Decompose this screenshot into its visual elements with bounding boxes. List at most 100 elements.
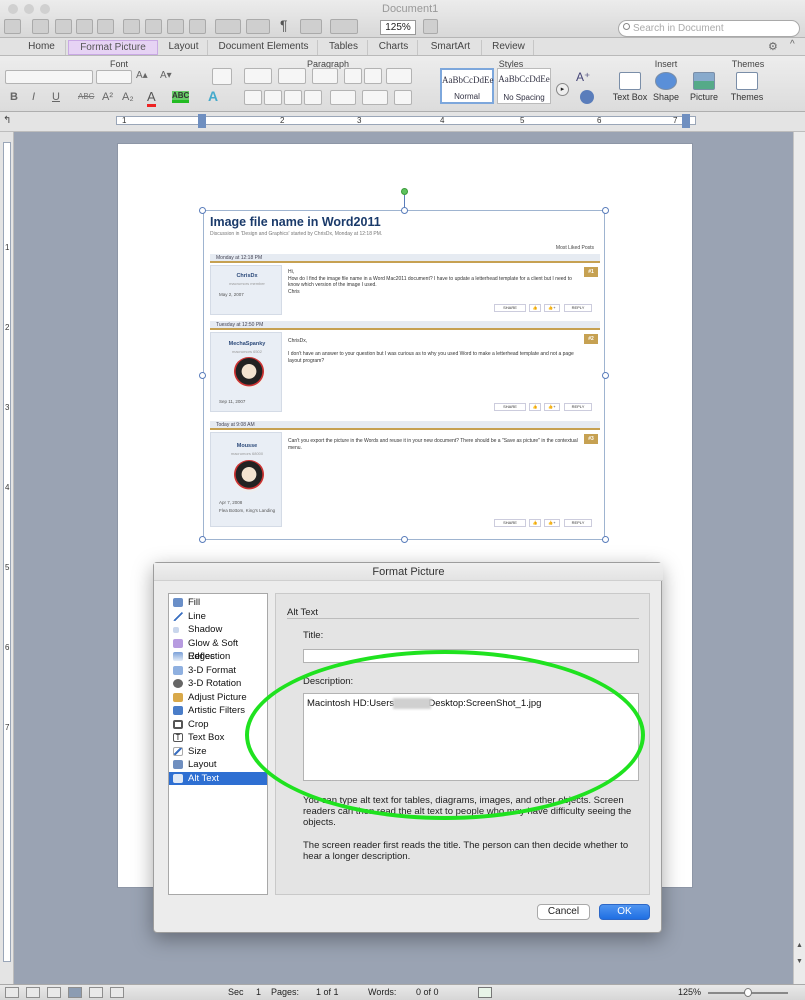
category-3d-rotation[interactable]: 3-D Rotation xyxy=(169,677,267,691)
numbering-icon[interactable] xyxy=(278,68,306,84)
collapse-ribbon-icon[interactable]: ^ xyxy=(790,39,795,50)
inserted-picture[interactable]: Image file name in Word2011 Discussion i… xyxy=(203,210,605,540)
resize-handle-sw[interactable] xyxy=(199,536,206,543)
highlight-icon[interactable]: ABC xyxy=(172,91,190,103)
align-left-icon[interactable] xyxy=(244,90,262,105)
search-input[interactable]: Search in Document xyxy=(618,20,800,37)
tab-smartart[interactable]: SmartArt xyxy=(420,40,482,55)
show-formatting-icon[interactable] xyxy=(394,90,412,105)
tab-document-elements[interactable]: Document Elements xyxy=(210,40,318,55)
tab-format-picture[interactable]: Format Picture xyxy=(68,40,158,55)
resize-handle-n[interactable] xyxy=(401,207,408,214)
print-layout-view-icon[interactable] xyxy=(68,987,82,998)
scroll-up-icon[interactable]: ▲ xyxy=(796,942,803,949)
ok-button[interactable]: OK xyxy=(599,904,650,920)
underline-icon[interactable]: U xyxy=(52,91,60,103)
open-icon[interactable] xyxy=(55,19,72,34)
clear-format-icon[interactable] xyxy=(212,68,232,85)
subscript-icon[interactable]: A₂ xyxy=(122,91,134,103)
resize-handle-nw[interactable] xyxy=(199,207,206,214)
draft-view-icon[interactable] xyxy=(5,987,19,998)
ribbon-settings-icon[interactable]: ⚙ xyxy=(768,40,778,53)
sidebar-icon[interactable] xyxy=(300,19,322,34)
shrink-font-icon[interactable]: A▾ xyxy=(160,70,172,81)
category-fill[interactable]: Fill xyxy=(169,596,267,610)
manage-styles-icon[interactable] xyxy=(580,90,594,104)
copy-icon[interactable] xyxy=(145,19,162,34)
zoom-slider-thumb[interactable] xyxy=(744,988,752,997)
tab-layout[interactable]: Layout xyxy=(160,40,208,55)
category-3d-format[interactable]: 3-D Format xyxy=(169,664,267,678)
tab-home[interactable]: Home xyxy=(18,40,66,55)
window-zoom-dot[interactable] xyxy=(40,4,50,14)
tab-review[interactable]: Review xyxy=(484,40,534,55)
decrease-indent-icon[interactable] xyxy=(344,68,362,84)
picture-button[interactable]: Picture xyxy=(686,72,722,102)
bullets-icon[interactable] xyxy=(244,68,272,84)
resize-handle-e[interactable] xyxy=(602,372,609,379)
pilcrow-icon[interactable]: ¶ xyxy=(280,17,288,33)
save-icon[interactable] xyxy=(76,19,93,34)
gallery-icon[interactable] xyxy=(330,19,358,34)
tab-tables[interactable]: Tables xyxy=(320,40,368,55)
resize-handle-s[interactable] xyxy=(401,536,408,543)
font-name-select[interactable] xyxy=(5,70,93,84)
category-line[interactable]: Line xyxy=(169,610,267,624)
help-icon[interactable] xyxy=(423,19,438,34)
scroll-down-icon[interactable]: ▼ xyxy=(796,958,803,965)
tab-charts[interactable]: Charts xyxy=(370,40,418,55)
redo-icon[interactable] xyxy=(246,19,270,34)
category-alt-text[interactable]: Alt Text xyxy=(169,771,267,785)
justify-icon[interactable] xyxy=(304,90,322,105)
styles-pane-icon[interactable]: A⁺ xyxy=(576,70,590,84)
italic-icon[interactable]: I xyxy=(32,91,35,103)
right-indent-marker[interactable] xyxy=(682,114,690,128)
resize-handle-ne[interactable] xyxy=(602,207,609,214)
strikethrough-icon[interactable]: ABC xyxy=(78,92,94,101)
bold-icon[interactable]: B xyxy=(10,91,18,103)
category-adjust-picture[interactable]: Adjust Picture xyxy=(169,691,267,705)
zoom-field[interactable]: 125% xyxy=(380,20,416,35)
increase-indent-icon[interactable] xyxy=(364,68,382,84)
text-box-button[interactable]: Text Box xyxy=(612,72,648,102)
paste-icon[interactable] xyxy=(167,19,184,34)
grow-font-icon[interactable]: A▴ xyxy=(136,70,148,81)
spelling-check-icon[interactable] xyxy=(478,987,492,998)
cut-icon[interactable] xyxy=(123,19,140,34)
category-glow[interactable]: Glow & Soft Edges xyxy=(169,637,267,662)
align-right-icon[interactable] xyxy=(284,90,302,105)
window-close-dot[interactable] xyxy=(8,4,18,14)
print-icon[interactable] xyxy=(97,19,114,34)
outline-view-icon[interactable] xyxy=(26,987,40,998)
cancel-button[interactable]: Cancel xyxy=(537,904,590,920)
themes-button[interactable]: Themes xyxy=(730,72,764,102)
tab-stop-icon[interactable]: ↰ xyxy=(3,115,11,126)
style-no-spacing[interactable]: AaBbCcDdEe No Spacing xyxy=(497,68,551,104)
vertical-scrollbar[interactable]: ▲ ▼ xyxy=(793,132,805,984)
multilevel-icon[interactable] xyxy=(312,68,338,84)
publishing-view-icon[interactable] xyxy=(47,987,61,998)
superscript-icon[interactable]: A² xyxy=(102,91,113,103)
borders-icon[interactable] xyxy=(362,90,388,105)
align-center-icon[interactable] xyxy=(264,90,282,105)
styles-next-icon[interactable]: ▸ xyxy=(556,83,569,96)
format-painter-icon[interactable] xyxy=(189,19,206,34)
font-size-select[interactable] xyxy=(96,70,132,84)
resize-handle-se[interactable] xyxy=(602,536,609,543)
new-doc-icon[interactable] xyxy=(4,19,21,34)
columns-icon[interactable] xyxy=(386,68,412,84)
style-normal[interactable]: AaBbCcDdEe Normal xyxy=(440,68,494,104)
category-reflection[interactable]: Reflection xyxy=(169,650,267,664)
focus-view-icon[interactable] xyxy=(110,987,124,998)
category-layout[interactable]: Layout xyxy=(169,758,267,772)
notebook-view-icon[interactable] xyxy=(89,987,103,998)
text-effects-icon[interactable]: A xyxy=(208,88,218,104)
font-color-icon[interactable]: A xyxy=(147,89,156,107)
category-shadow[interactable]: Shadow xyxy=(169,623,267,637)
shape-button[interactable]: Shape xyxy=(650,72,682,102)
undo-icon[interactable] xyxy=(215,19,241,34)
resize-handle-w[interactable] xyxy=(199,372,206,379)
window-minimize-dot[interactable] xyxy=(24,4,34,14)
indent-marker[interactable] xyxy=(198,114,206,128)
templates-icon[interactable] xyxy=(32,19,49,34)
